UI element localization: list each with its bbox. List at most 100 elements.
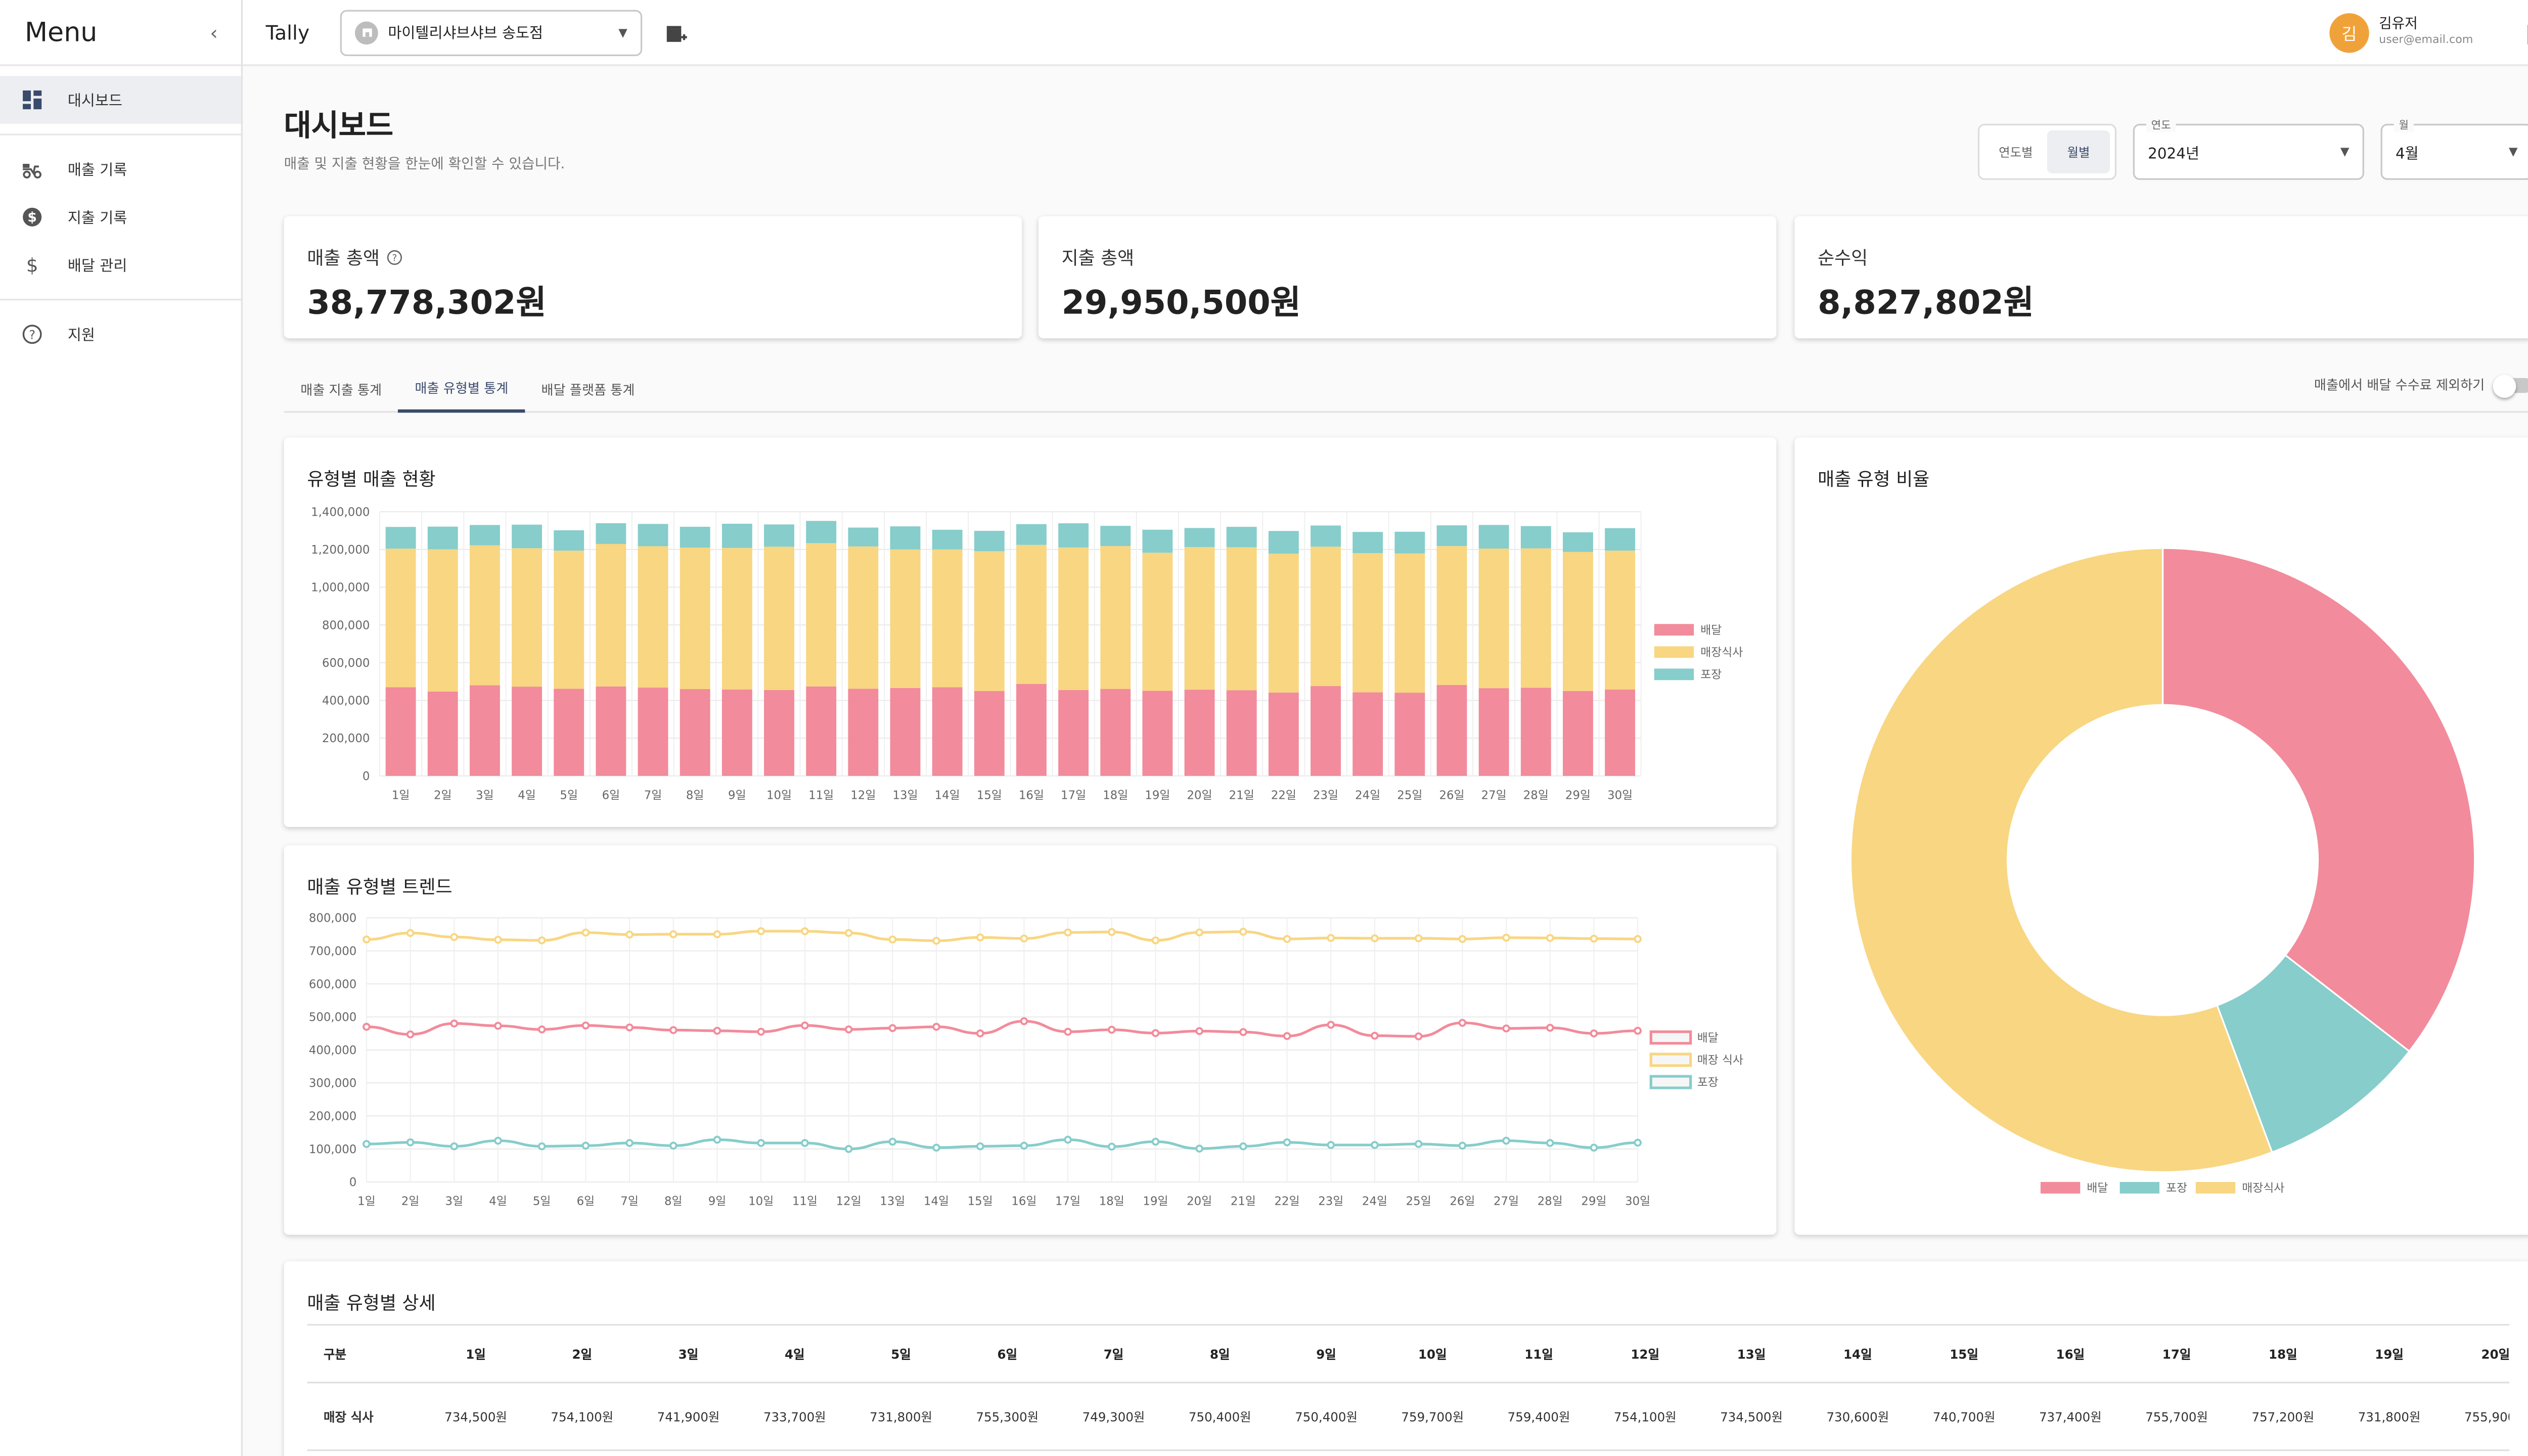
tab-sales-expenses[interactable]: 매출 지출 통계 [284,367,398,413]
x-tick-label: 13일 [880,1195,905,1208]
table-cell: 759,700원 [1401,1408,1464,1424]
bar-segment [1226,527,1257,548]
bar-segment [385,687,416,776]
month-select[interactable]: 월 4월 ▼ [2380,115,2528,180]
bar-segment [890,526,921,550]
table-cell: 734,500원 [444,1408,507,1424]
data-point [669,930,678,938]
x-tick-label: 13일 [892,789,918,802]
data-point [1502,1136,1510,1145]
bar-segment [764,690,794,776]
data-point [363,1140,371,1148]
bar-segment [1605,551,1636,690]
x-tick-label: 19일 [1145,789,1170,802]
year-select[interactable]: 연도 2024년 ▼ [2133,115,2364,180]
y-tick-label: 1,000,000 [311,581,370,595]
x-tick-label: 14일 [935,789,960,802]
line-chart: 0 100,000 200,000 300,000 400,000 500,000 600,… [309,912,1743,1208]
data-point [801,927,809,935]
logout-icon[interactable] [2526,21,2528,44]
sidebar-header: Menu ‹ [0,0,241,66]
data-point [363,935,371,944]
x-tick-label: 29일 [1581,1195,1606,1208]
table-cell: 740,700원 [1932,1408,1996,1424]
x-tick-label: 30일 [1607,789,1633,802]
bar-segment [1058,690,1089,776]
tab-delivery-platform[interactable]: 배달 플랫폼 통계 [525,367,651,413]
data-point [669,1026,678,1034]
table-header-cell: 20일 [2481,1346,2510,1361]
bar-segment [890,549,921,688]
x-tick-label: 20일 [1187,1195,1212,1208]
data-point [1327,1021,1335,1029]
bar-chart-card: 유형별 매출 현황 0 200,000 400,000 600,000 800,000 1… [284,437,1777,827]
user-menu[interactable]: 김 김유저 user@email.com [2329,12,2473,52]
page-title: 대시보드 [284,109,393,144]
table-header-cell: 12일 [1631,1346,1660,1361]
legend-swatch [1649,1030,1692,1045]
data-point [1634,1027,1642,1035]
bar-segment [1520,688,1551,776]
table-header-cell: 8일 [1210,1346,1230,1361]
table-cell: 731,800원 [870,1408,932,1424]
kpi-card-total-sales: 매출 총액 ? 38,778,302원 [284,216,1022,339]
bar-segment [1352,553,1383,693]
table-cell: 737,400원 [2039,1408,2102,1424]
data-point [537,1142,546,1151]
bar-segment [721,523,752,548]
data-point [1151,1138,1160,1146]
x-tick-label: 23일 [1313,789,1338,802]
sidebar-section-main: 대시보드 [0,66,241,135]
data-point [450,1019,459,1028]
sidebar-item-dashboard[interactable]: 대시보드 [0,76,241,124]
x-tick-label: 7일 [620,1195,639,1208]
x-tick-label: 4일 [489,1195,507,1208]
bar-segment [1016,524,1047,545]
store-select[interactable]: 마이텔리샤브샤브 송도점 ▼ [340,9,643,56]
bar-segment [469,685,500,776]
help-icon[interactable]: ? [386,249,403,266]
bar-segment [1016,684,1047,776]
svg-text:?: ? [392,253,397,264]
sidebar-item-support[interactable]: ? 지원 [0,310,241,358]
y-tick-label: 400,000 [322,695,370,708]
donut-slice [2161,547,2476,1053]
legend-swatch [1654,624,1694,636]
sidebar-section-records: 매출 기록 $ 지출 기록 $ 배달 관리 [0,135,241,301]
exclude-fee-toggle[interactable] [2493,374,2528,397]
data-point [537,1025,546,1034]
sidebar-item-sales[interactable]: 매출 기록 [0,145,241,193]
series-line [366,930,1638,942]
bar-chart: 0 200,000 400,000 600,000 800,000 1,000,000 1,… [311,506,1743,802]
bar-segment [1268,554,1299,693]
table-cell: 755,300원 [976,1408,1039,1424]
collapse-chevron-icon[interactable]: ‹ [210,21,218,44]
x-tick-label: 27일 [1494,1195,1519,1208]
bar-segment [1268,531,1299,554]
data-point [1064,1135,1072,1144]
tab-sales-by-type[interactable]: 매출 유형별 통계 [398,367,525,413]
sidebar-item-expenses[interactable]: $ 지출 기록 [0,193,241,241]
bar-segment [1184,690,1215,776]
table-header-cell: 1일 [466,1346,486,1361]
detail-table[interactable]: 구분 1일 2일 3일 4일 5일 6일 7일 8일 9일 10일 11일 12일 13일 14일 15일 16… [307,1324,2510,1456]
x-tick-label: 8일 [664,1195,683,1208]
x-tick-label: 29일 [1565,789,1591,802]
data-point [1283,1032,1291,1040]
x-tick-label: 8일 [686,789,704,802]
kpi-card-net-profit: 순수익 8,827,802원 [1794,216,2528,339]
y-tick-label: 500,000 [309,1011,356,1024]
bar-segment [932,687,963,776]
bar-segment [1100,546,1131,689]
bar-segment [1184,528,1215,548]
toggle-knob[interactable] [2493,374,2516,397]
legend-swatch [2040,1181,2081,1194]
sidebar-item-delivery[interactable]: $ 배달 관리 [0,241,241,289]
period-monthly-button[interactable]: 월별 [2047,130,2110,173]
period-yearly-button[interactable]: 연도별 [1984,130,2047,173]
bar-segment [1605,528,1636,551]
kpi-label: 지출 총액 [1061,247,1135,269]
bar-segment [1142,553,1173,691]
add-store-icon[interactable] [665,21,689,44]
data-point [1064,1027,1072,1036]
